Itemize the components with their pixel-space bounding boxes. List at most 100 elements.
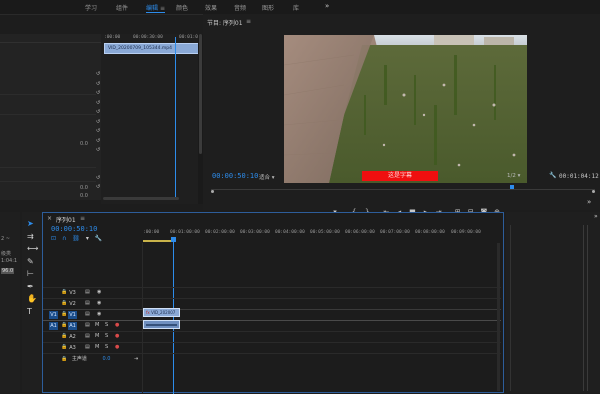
sync-lock-icon[interactable]: ▤ [85, 311, 90, 317]
program-overflow-icon[interactable]: » [587, 198, 591, 206]
timeline-menu-icon[interactable]: ≡ [80, 215, 85, 222]
eye-icon[interactable]: ◉ [97, 300, 101, 306]
track-target-v1[interactable]: V1 [68, 311, 77, 319]
tab-color[interactable]: 颜色 [176, 3, 188, 12]
eye-icon[interactable]: ◉ [97, 289, 101, 295]
tools-list: ➤ ⇉ ⟷ ✎ ⊢ ✒ ✋ T [27, 218, 38, 318]
mute-icon[interactable]: M [95, 333, 99, 339]
sync-lock-icon[interactable]: ▤ [85, 289, 90, 295]
track-header-a1: 🔒 A1 ▤ M S ● [61, 322, 119, 330]
work-area-bar[interactable] [143, 240, 173, 242]
value-a[interactable]: 0.0 [80, 141, 88, 147]
linked-selection-icon[interactable]: ⛓ [72, 235, 80, 242]
nest-icon[interactable]: ⊡ [51, 235, 56, 242]
lock-icon[interactable]: 🔒 [61, 333, 67, 339]
workspace-overflow-icon[interactable]: » [325, 2, 329, 10]
tab-libraries[interactable]: 库 [293, 3, 299, 12]
microphone-icon[interactable]: ● [115, 344, 119, 350]
select-icon[interactable]: ➤ [27, 218, 38, 231]
eye-icon[interactable]: ◉ [97, 311, 101, 317]
program-playhead[interactable] [510, 185, 514, 189]
timeline-settings-icon[interactable]: 🔧 [95, 235, 102, 242]
value-c[interactable]: 0.0 [80, 193, 88, 199]
tab-assembly[interactable]: 组件 [116, 3, 128, 12]
source-clip[interactable]: VID_20200709_105344.mp4 [104, 43, 199, 54]
quality-dropdown[interactable]: 1/2 ▾ [507, 173, 520, 179]
sync-lock-icon[interactable]: ▤ [85, 344, 90, 350]
source-playhead[interactable] [175, 37, 176, 197]
solo-icon[interactable]: S [105, 333, 108, 339]
workspace-bar: 学习 组件 编辑 ≡ 颜色 效果 音频 图形 库 » [0, 0, 600, 15]
program-zoom-bar[interactable] [211, 190, 595, 193]
program-timecode[interactable]: 00:00:50:10 [212, 172, 258, 180]
video-clip[interactable]: fx VID_202007 [143, 308, 180, 317]
scrollbar-thumb[interactable] [199, 34, 202, 154]
divider [0, 114, 96, 115]
source-patch-a1[interactable]: A1 [49, 322, 58, 330]
wrench-icon[interactable]: 🔧 [549, 172, 556, 179]
value-b[interactable]: 0.0 [80, 185, 88, 191]
go-to-end-icon[interactable]: ⇥ [134, 356, 138, 362]
slip-icon[interactable]: ⊢ [27, 268, 38, 281]
track-target-a2[interactable]: A2 [68, 333, 77, 341]
master-volume[interactable]: 0.0 [102, 356, 110, 362]
ruler-tick: 00:02:00:00 [205, 230, 235, 235]
subtitle-bar[interactable]: 这是字幕 [362, 171, 438, 181]
track-target-a3[interactable]: A3 [68, 344, 77, 352]
ripple-icon[interactable]: ⟷ [27, 243, 38, 256]
lock-icon[interactable]: 🔒 [61, 300, 67, 306]
microphone-icon[interactable]: ● [115, 333, 119, 339]
tab-effects[interactable]: 效果 [205, 3, 217, 12]
zoom-handle-right[interactable] [592, 190, 595, 193]
track-target-v3[interactable]: V3 [68, 289, 77, 297]
sync-lock-icon[interactable]: ▤ [85, 322, 90, 328]
mute-icon[interactable]: M [95, 322, 99, 328]
lock-icon[interactable]: 🔒 [61, 322, 67, 328]
fit-dropdown[interactable]: 适合 ▾ [259, 173, 275, 181]
timeline-title[interactable]: 序列01 [56, 215, 76, 224]
hand-icon[interactable]: ✋ [27, 293, 38, 306]
timeline-close-icon[interactable]: × [47, 215, 52, 222]
track-header-v3: 🔒 V3 ▤ ◉ [61, 289, 101, 297]
solo-icon[interactable]: S [105, 344, 108, 350]
snap-icon[interactable]: ∩ [62, 235, 66, 242]
add-marker-icon[interactable]: ▾ [86, 235, 89, 242]
timeline-timecode[interactable]: 00:00:50:10 [51, 225, 97, 233]
track-target-a1[interactable]: A1 [68, 322, 77, 330]
tab-learn[interactable]: 学习 [85, 3, 97, 12]
track-select-icon[interactable]: ⇉ [27, 231, 38, 244]
fit-value: 适合 [259, 175, 271, 181]
pen-icon[interactable]: ✒ [27, 281, 38, 294]
tab-editing[interactable]: 编辑 ≡ [146, 3, 165, 13]
razor-icon[interactable]: ✎ [27, 256, 38, 269]
mute-icon[interactable]: M [95, 344, 99, 350]
sync-lock-icon[interactable]: ▤ [85, 300, 90, 306]
timeline-playhead-line[interactable] [173, 242, 174, 394]
tab-graphics[interactable]: 图形 [262, 3, 274, 12]
solo-icon[interactable]: S [105, 322, 108, 328]
ruler-tick: :00:00 [143, 230, 160, 235]
track-header-v1: 🔒 V1 ▤ ◉ [61, 311, 101, 319]
timeline-ruler[interactable]: :00:00 00:01:00:00 00:02:00:00 00:03:00:… [143, 230, 501, 244]
lock-icon[interactable]: 🔒 [61, 356, 67, 362]
track-target-v2[interactable]: V2 [68, 300, 77, 308]
audio-clip[interactable] [143, 320, 180, 329]
reset-icon-column-2[interactable]: ↺ ↺ [96, 174, 100, 192]
microphone-icon[interactable]: ● [115, 322, 119, 328]
program-title[interactable]: 节目: 序列01 [207, 18, 243, 27]
lock-icon[interactable]: 🔒 [61, 344, 67, 350]
ruler-tick: 00:03:00:00 [240, 230, 270, 235]
source-scrollbar[interactable] [103, 197, 179, 200]
tab-audio[interactable]: 音频 [234, 3, 246, 12]
sync-lock-icon[interactable]: ▤ [85, 333, 90, 339]
lock-icon[interactable]: 🔒 [61, 311, 67, 317]
program-menu-icon[interactable]: ≡ [246, 18, 251, 25]
meters-overflow-icon[interactable]: » [594, 213, 598, 220]
timeline-panel: × 序列01 ≡ 00:00:50:10 ⊡ ∩ ⛓ ▾ 🔧 :00:00 00… [42, 212, 504, 394]
timeline-vertical-scrollbar[interactable] [497, 243, 500, 391]
type-icon[interactable]: T [27, 306, 38, 319]
source-patch-v1[interactable]: V1 [49, 311, 58, 319]
zoom-handle-left[interactable] [211, 190, 214, 193]
lock-icon[interactable]: 🔒 [61, 289, 67, 295]
divider [0, 167, 96, 168]
